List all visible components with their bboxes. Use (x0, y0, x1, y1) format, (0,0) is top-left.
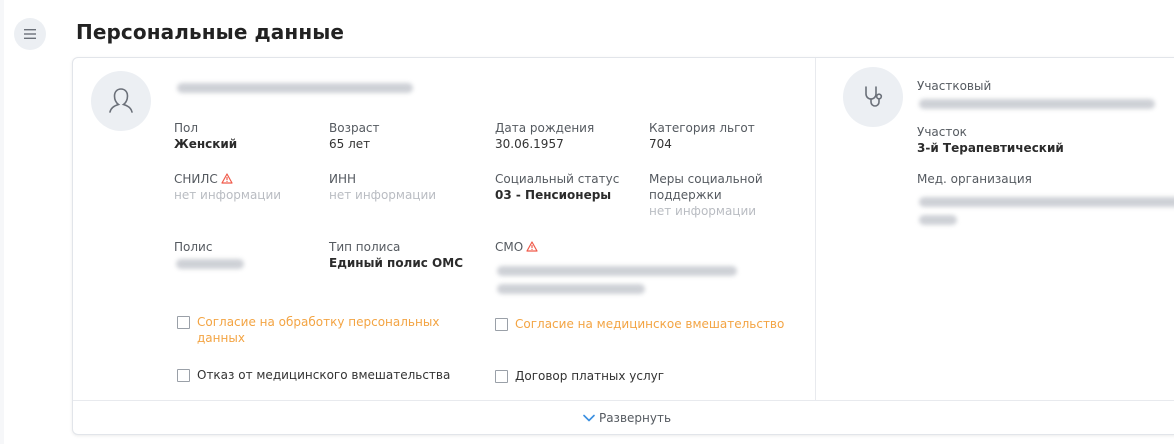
policy-number-redacted (176, 259, 244, 269)
sex-label: Пол (174, 121, 199, 135)
checkbox-box[interactable] (177, 316, 190, 329)
policy-type-label: Тип полиса (329, 240, 401, 254)
smo-name-redacted-2 (497, 284, 645, 294)
smo-label: СМО (495, 240, 524, 254)
field-policy-type: Тип полиса Единый полис ОМС (329, 239, 463, 271)
chevron-down-icon (583, 414, 595, 422)
smo-name-redacted-1 (497, 266, 737, 276)
refusal-medical-label: Отказ от медицинского вмешательства (197, 368, 451, 382)
district-doctor-label: Участковый (917, 79, 992, 93)
field-med-organization: Мед. организация (917, 171, 1032, 187)
vertical-divider (815, 58, 816, 400)
sex-value: Женский (174, 137, 238, 151)
warning-triangle-icon (221, 173, 233, 184)
paid-contract-checkbox[interactable]: Договор платных услуг (495, 368, 664, 384)
field-snils: СНИЛС нет информации (174, 171, 281, 203)
consent-personal-data-label-1: Согласие на обработку персональных (197, 315, 440, 329)
consent-personal-data-checkbox[interactable]: Согласие на обработку персональных данны… (177, 314, 439, 346)
field-smo: СМО (495, 239, 538, 255)
age-value: 65 лет (329, 137, 371, 151)
med-organization-redacted-2 (919, 215, 957, 225)
age-label: Возраст (329, 121, 380, 135)
district-doctor-redacted (919, 99, 1155, 109)
menu-toggle-button[interactable] (14, 18, 46, 50)
doctor-avatar (843, 67, 903, 127)
personal-data-card: Пол Женский Возраст 65 лет Дата рождения… (72, 57, 1174, 435)
inn-value: нет информации (329, 188, 437, 202)
field-birth-date: Дата рождения 30.06.1957 (495, 120, 594, 152)
benefit-category-value: 704 (649, 137, 672, 151)
field-social-support: Меры социальной поддержки нет информации (649, 171, 763, 219)
checkbox-box[interactable] (495, 318, 508, 331)
consent-medical-label: Согласие на медицинское вмешательство (515, 317, 785, 331)
med-organization-label: Мед. организация (917, 172, 1032, 186)
field-district-doctor: Участковый (917, 78, 991, 94)
snils-label: СНИЛС (174, 172, 218, 186)
refusal-medical-checkbox[interactable]: Отказ от медицинского вмешательства (177, 367, 450, 383)
snils-value: нет информации (174, 188, 282, 202)
paid-contract-label: Договор платных услуг (515, 369, 665, 383)
checkbox-box[interactable] (495, 370, 508, 383)
field-benefit-category: Категория льгот 704 (649, 120, 755, 152)
inn-label: ИНН (329, 172, 357, 186)
field-social-status: Социальный статус 03 - Пенсионеры (495, 171, 619, 203)
field-district: Участок 3-й Терапевтический (917, 124, 1064, 156)
social-status-value: 03 - Пенсионеры (495, 188, 612, 202)
page-left-border (0, 0, 4, 444)
benefit-category-label: Категория льгот (649, 121, 755, 135)
birth-date-value: 30.06.1957 (495, 137, 564, 151)
district-value: 3-й Терапевтический (917, 141, 1064, 155)
patient-avatar (91, 71, 151, 131)
med-organization-redacted-1 (919, 197, 1174, 207)
field-policy: Полис (174, 239, 212, 255)
stethoscope-icon (865, 86, 883, 107)
consent-medical-checkbox[interactable]: Согласие на медицинское вмешательство (495, 316, 784, 332)
person-icon (109, 88, 133, 113)
consent-personal-data-label-2: данных (197, 331, 245, 345)
patient-name-redacted (177, 83, 413, 93)
social-status-label: Социальный статус (495, 172, 620, 186)
social-support-label-1: Меры социальной (649, 172, 763, 186)
expand-label: Развернуть (598, 411, 672, 425)
social-support-label-2: поддержки (649, 188, 722, 202)
expand-button[interactable]: Развернуть (73, 401, 1174, 435)
policy-type-value: Единый полис ОМС (329, 256, 463, 270)
checkbox-box[interactable] (177, 369, 190, 382)
field-age: Возраст 65 лет (329, 120, 380, 152)
birth-date-label: Дата рождения (495, 121, 595, 135)
district-label: Участок (917, 125, 967, 139)
warning-triangle-icon (526, 241, 538, 252)
social-support-value: нет информации (649, 204, 757, 218)
policy-label: Полис (174, 240, 213, 254)
field-sex: Пол Женский (174, 120, 237, 152)
page-title: Персональные данные (76, 20, 345, 44)
menu-icon (24, 29, 36, 39)
field-inn: ИНН нет информации (329, 171, 436, 203)
